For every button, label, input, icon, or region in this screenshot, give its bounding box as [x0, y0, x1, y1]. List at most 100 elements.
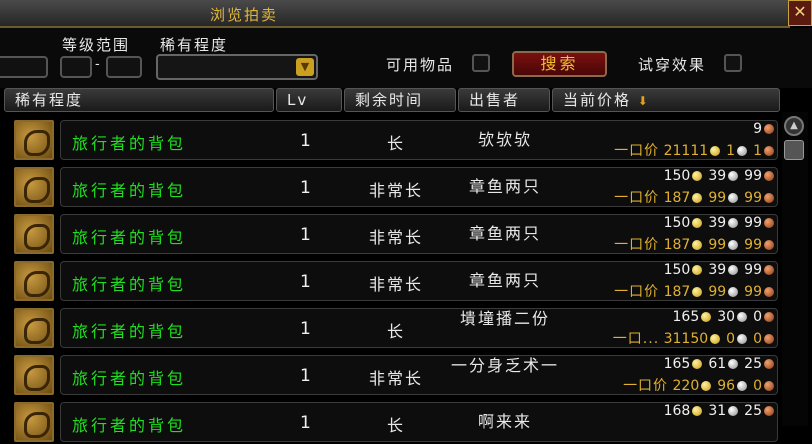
current-bid: 9 — [753, 121, 774, 137]
gold-coin-icon — [692, 265, 703, 275]
min-level-input[interactable] — [60, 56, 92, 78]
usable-items-checkbox[interactable] — [472, 54, 490, 72]
silver-coin-icon — [737, 381, 748, 391]
search-button[interactable]: 搜索 — [512, 51, 607, 77]
name-search-input[interactable] — [0, 56, 48, 78]
column-rarity-label: 稀有程度 — [15, 91, 84, 109]
column-seller[interactable]: 出售者 — [458, 88, 550, 112]
silver-coin-icon — [728, 240, 739, 250]
rarity-filter-label: 稀有程度 — [160, 36, 229, 54]
backpack-item-icon[interactable] — [14, 120, 54, 160]
item-name: 旅行者的背包 — [72, 134, 187, 153]
copper-amount: 25 — [744, 403, 762, 419]
buyout-price: 一口价 187 99 99 — [614, 281, 774, 301]
time-left: 非常长 — [368, 228, 423, 247]
auction-row[interactable]: 旅行者的背包 1 非常长 章鱼两只 150 39 99 一口价 187 99 99 — [12, 165, 778, 209]
item-level: 1 — [300, 272, 311, 292]
column-seller-label: 出售者 — [469, 91, 521, 109]
silver-coin-icon — [737, 334, 748, 344]
item-level: 1 — [300, 366, 311, 386]
close-button[interactable]: ✕ — [788, 0, 812, 26]
copper-coin-icon — [764, 381, 774, 391]
time-left: 非常长 — [368, 275, 423, 294]
auction-row[interactable]: 旅行者的背包 1 长 欤欤欤 9 一口价 21111 1 1 — [12, 118, 778, 162]
level-range-label: 等级范围 — [62, 36, 131, 54]
column-lv[interactable]: Lv — [276, 88, 342, 112]
gold-coin-icon — [692, 218, 703, 228]
copper-coin-icon — [764, 265, 774, 275]
item-level: 1 — [300, 225, 311, 245]
scrollbar[interactable]: ▲ — [782, 112, 808, 426]
auction-row[interactable]: 旅行者的背包 1 非常长 章鱼两只 150 39 99 一口价 187 99 99 — [12, 259, 778, 303]
gold-amount: 31150 — [663, 331, 709, 347]
gold-coin-icon — [692, 359, 703, 369]
item-level: 1 — [300, 131, 311, 151]
silver-amount: 1 — [726, 143, 736, 159]
scroll-thumb[interactable] — [784, 140, 804, 160]
copper-coin-icon — [764, 193, 774, 203]
copper-coin-icon — [764, 287, 774, 297]
buyout-price: 一口... 31150 0 0 — [613, 328, 774, 348]
item-name: 旅行者的背包 — [72, 369, 187, 388]
current-bid: 165 30 0 — [673, 309, 774, 325]
silver-amount: 96 — [717, 378, 736, 394]
rarity-dropdown[interactable]: ▼ — [156, 54, 318, 80]
current-bid: 168 31 25 — [664, 403, 774, 419]
copper-amount: 0 — [753, 309, 762, 325]
silver-amount: 39 — [708, 215, 727, 231]
copper-amount: 99 — [744, 262, 762, 278]
silver-coin-icon — [737, 146, 748, 156]
silver-coin-icon — [728, 287, 739, 297]
time-left: 非常长 — [368, 369, 423, 388]
gold-amount: 168 — [663, 403, 691, 419]
gold-coin-icon — [692, 240, 703, 250]
time-left: 长 — [386, 322, 405, 341]
copper-amount: 99 — [744, 284, 762, 300]
auction-row[interactable]: 旅行者的背包 1 非常长 一分身乏术一 165 61 25 一口价 220 96 0 — [12, 353, 778, 397]
backpack-item-icon[interactable] — [14, 402, 54, 442]
copper-coin-icon — [764, 124, 774, 134]
gold-amount: 220 — [672, 378, 700, 394]
scroll-up-icon[interactable]: ▲ — [784, 116, 804, 136]
seller-name: 章鱼两只 — [468, 224, 541, 243]
copper-coin-icon — [764, 406, 774, 416]
gold-amount: 187 — [663, 284, 691, 300]
seller-name: 墤墥播二份 — [459, 309, 550, 328]
backpack-item-icon[interactable] — [14, 167, 54, 207]
copper-amount: 0 — [753, 331, 762, 347]
buyout-label: 一口价 — [614, 284, 660, 300]
silver-amount: 99 — [708, 190, 727, 206]
item-name: 旅行者的背包 — [72, 416, 187, 435]
backpack-item-icon[interactable] — [14, 261, 54, 301]
seller-name: 啊来来 — [477, 412, 532, 431]
copper-coin-icon — [764, 171, 774, 181]
gold-amount: 150 — [663, 262, 691, 278]
buyout-label: 一口价 — [614, 237, 660, 253]
usable-items-label: 可用物品 — [386, 56, 455, 74]
try-on-label: 试穿效果 — [638, 56, 707, 74]
column-rarity[interactable]: 稀有程度 — [4, 88, 274, 112]
gold-amount: 165 — [672, 309, 700, 325]
backpack-item-icon[interactable] — [14, 355, 54, 395]
sort-arrow-icon: ⬇ — [637, 94, 650, 108]
auction-row[interactable]: 旅行者的背包 1 非常长 章鱼两只 150 39 99 一口价 187 99 99 — [12, 212, 778, 256]
max-level-input[interactable] — [106, 56, 142, 78]
gold-coin-icon — [692, 171, 703, 181]
item-level: 1 — [300, 413, 311, 433]
silver-amount: 39 — [708, 168, 727, 184]
silver-amount: 61 — [708, 356, 727, 372]
time-left: 长 — [386, 134, 405, 153]
backpack-item-icon[interactable] — [14, 214, 54, 254]
auction-row[interactable]: 旅行者的背包 1 长 墤墥播二份 165 30 0 一口... 31150 0 0 — [12, 306, 778, 350]
auction-row[interactable]: 旅行者的背包 1 长 啊来来 168 31 25 — [12, 400, 778, 444]
copper-amount: 99 — [744, 237, 762, 253]
backpack-item-icon[interactable] — [14, 308, 54, 348]
chevron-down-icon[interactable]: ▼ — [296, 58, 314, 76]
column-current-price[interactable]: 当前价格 ⬇ — [552, 88, 780, 112]
silver-amount: 31 — [708, 403, 727, 419]
column-time-left[interactable]: 剩余时间 — [344, 88, 456, 112]
gold-coin-icon — [710, 334, 721, 344]
try-on-checkbox[interactable] — [724, 54, 742, 72]
level-separator: - — [95, 57, 102, 72]
silver-coin-icon — [737, 312, 748, 322]
